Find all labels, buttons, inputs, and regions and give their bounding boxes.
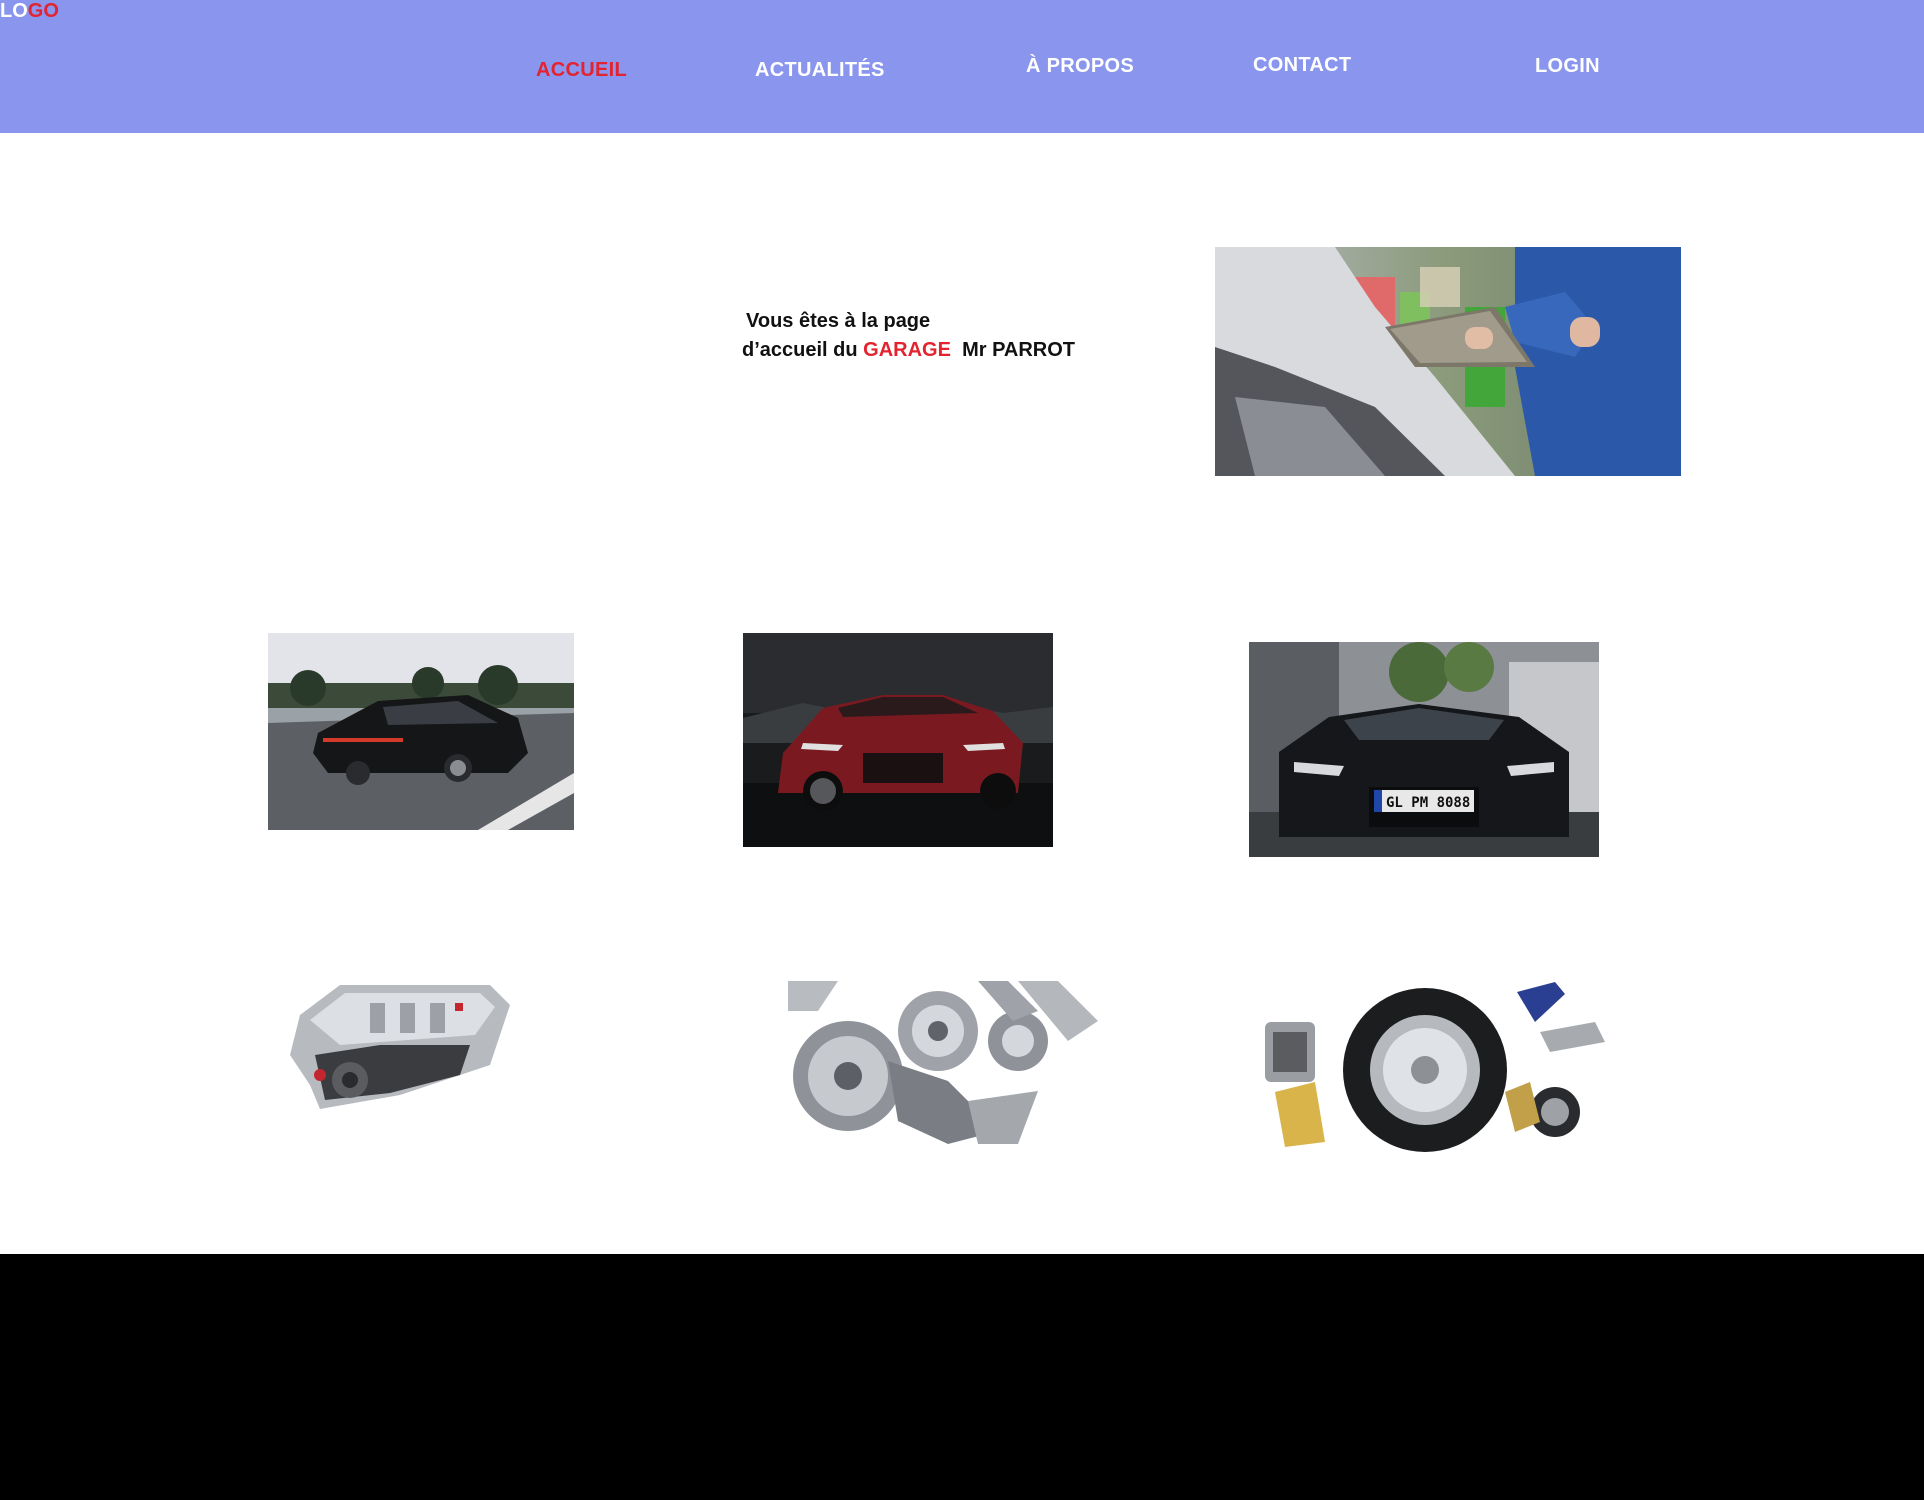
garage-highlight: GARAGE [863,339,951,361]
welcome-line-2: d’accueil du GARAGE Mr PARROT [742,336,1075,365]
nav-link-accueil[interactable]: ACCUEIL [536,59,627,82]
top-navigation-bar: LOGO ACCUEIL ACTUALITÉS À PROPOS CONTACT… [0,0,1924,133]
nav-link-a-propos[interactable]: À PROPOS [1026,55,1134,78]
mechanic-photo [1215,247,1681,476]
svg-text:GL PM 8088: GL PM 8088 [1386,795,1470,811]
footer [0,1254,1924,1500]
logo-text-part2: GO [27,0,59,22]
wheel-and-tools-photo [1255,982,1615,1152]
welcome-line-2-suffix: Mr PARROT [950,339,1076,361]
black-sedan-photo [268,633,574,830]
red-sports-car-photo [743,633,1053,847]
nav-link-login[interactable]: LOGIN [1535,55,1600,78]
logo-text-part1: LO [0,0,28,22]
logo[interactable]: LOGO [0,0,1924,23]
welcome-text: Vous êtes à la page d’accueil du GARAGE … [742,307,1075,365]
nav-link-contact[interactable]: CONTACT [1253,54,1351,77]
welcome-line-2-prefix: d’accueil du [742,339,864,361]
nav-link-actualites[interactable]: ACTUALITÉS [755,59,885,82]
engine-gears-photo [788,981,1118,1144]
engine-block-photo [280,975,516,1109]
black-sports-car-photo: GL PM 8088 [1249,642,1599,857]
welcome-line-1: Vous êtes à la page [746,310,931,332]
